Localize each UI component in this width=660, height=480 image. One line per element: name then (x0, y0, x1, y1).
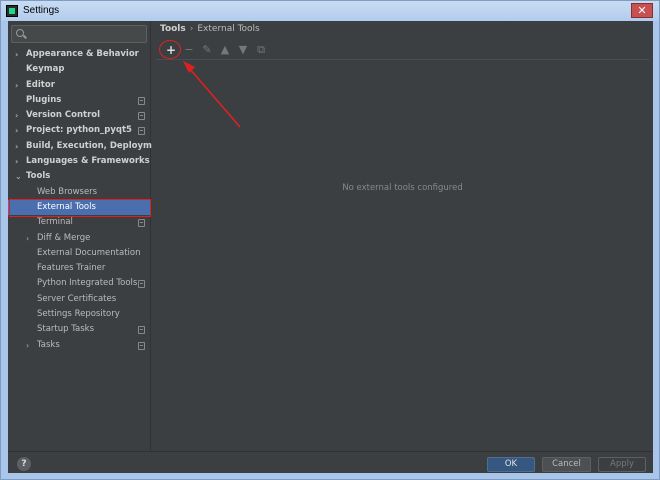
sidebar-item-label: Startup Tasks (37, 324, 95, 335)
chevron-right-icon[interactable]: › (15, 154, 18, 169)
sidebar-item-label: Plugins (26, 94, 62, 105)
project-settings-icon (138, 326, 145, 335)
sidebar-item-startup-tasks[interactable]: Startup Tasks (8, 322, 151, 337)
close-button[interactable]: ✕ (631, 3, 653, 18)
ok-button[interactable]: OK (487, 457, 535, 472)
sidebar-item-label: Editor (26, 79, 55, 90)
sidebar-item-label: Diff & Merge (37, 232, 91, 243)
sidebar-item-web-browsers[interactable]: Web Browsers (8, 185, 151, 200)
sidebar-item-version-control[interactable]: › Version Control (8, 108, 151, 123)
sidebar-item-features-trainer[interactable]: Features Trainer (8, 261, 151, 276)
settings-window: Settings ✕ › Appearance & Behavior Keymap ›… (0, 0, 660, 480)
dialog-body: › Appearance & Behavior Keymap › Editor Plugi… (8, 21, 653, 473)
sidebar-item-label: Build, Execution, Deployment (26, 140, 168, 151)
settings-sidebar: › Appearance & Behavior Keymap › Editor Plugi… (8, 21, 168, 451)
sidebar-item-label: Keymap (26, 64, 65, 75)
apply-button[interactable]: Apply (598, 457, 646, 472)
sidebar-item-diff-merge[interactable]: › Diff & Merge (8, 231, 151, 246)
project-settings-icon (138, 219, 145, 228)
sidebar-item-label: Tasks (37, 339, 60, 350)
chevron-right-icon[interactable]: › (15, 123, 18, 138)
sidebar-item-label: External Documentation (37, 247, 141, 258)
window-title: Settings (23, 5, 60, 16)
sidebar-item-languages-frameworks[interactable]: › Languages & Frameworks (8, 154, 151, 169)
sidebar-item-settings-repository[interactable]: Settings Repository (8, 307, 151, 322)
app-icon (6, 5, 18, 17)
sidebar-item-label: Languages & Frameworks (26, 156, 150, 167)
project-settings-icon (138, 112, 145, 121)
sidebar-item-appearance-behavior[interactable]: › Appearance & Behavior (8, 47, 151, 62)
sidebar-item-label: Project: python_pyqt5 (26, 125, 132, 136)
chevron-down-icon[interactable]: ⌄ (15, 169, 22, 184)
sidebar-item-editor[interactable]: › Editor (8, 78, 151, 93)
sidebar-item-label: Tools (26, 171, 51, 182)
arrow-head (183, 61, 195, 73)
selection-highlight-frame (9, 198, 151, 217)
chevron-right-icon[interactable]: › (15, 47, 18, 62)
sidebar-item-label: Python Integrated Tools (37, 278, 138, 289)
sidebar-item-tasks[interactable]: › Tasks (8, 338, 151, 353)
chevron-right-icon[interactable]: › (15, 78, 18, 93)
sidebar-item-label: Settings Repository (37, 309, 120, 320)
sidebar-item-tools[interactable]: ⌄ Tools (8, 169, 151, 184)
chevron-right-icon[interactable]: › (15, 139, 18, 154)
sidebar-item-external-tools[interactable]: External Tools (8, 198, 151, 217)
sidebar-item-external-documentation[interactable]: External Documentation (8, 246, 151, 261)
cancel-button[interactable]: Cancel (542, 457, 591, 472)
project-settings-icon (138, 127, 145, 136)
search-icon (16, 29, 24, 37)
main-panel: Tools › External Tools + − ✎ ▲ ▼ ⧉ No exte… (152, 21, 653, 451)
project-settings-icon (138, 96, 145, 105)
sidebar-item-label: Features Trainer (37, 263, 106, 274)
help-button[interactable]: ? (17, 457, 31, 471)
sidebar-item-plugins[interactable]: Plugins (8, 93, 151, 108)
sidebar-item-terminal[interactable]: Terminal (8, 215, 151, 230)
sidebar-item-label: Appearance & Behavior (26, 49, 139, 59)
title-bar: Settings ✕ (1, 1, 659, 21)
chevron-right-icon[interactable]: › (15, 108, 18, 123)
sidebar-item-label: Version Control (26, 110, 101, 121)
project-settings-icon (138, 341, 145, 350)
sidebar-item-label: Server Certificates (37, 293, 117, 304)
annotation-arrow (183, 61, 241, 128)
chevron-right-icon[interactable]: › (26, 231, 29, 246)
sidebar-item-python-integrated-tools[interactable]: Python Integrated Tools (8, 276, 151, 291)
settings-tree: › Appearance & Behavior Keymap › Editor Plugi… (8, 47, 168, 353)
project-settings-icon (138, 280, 145, 289)
search-input[interactable] (11, 25, 147, 43)
sidebar-item-label: Web Browsers (37, 186, 98, 197)
dialog-footer: ? OK Cancel Apply (8, 451, 653, 473)
sidebar-item-label: Terminal (37, 217, 73, 228)
arrow-shaft (188, 67, 241, 128)
sidebar-item-keymap[interactable]: Keymap (8, 62, 151, 77)
chevron-right-icon[interactable]: › (26, 338, 29, 353)
sidebar-item-project-python-pyqt5[interactable]: › Project: python_pyqt5 (8, 123, 151, 138)
sidebar-item-server-certificates[interactable]: Server Certificates (8, 292, 151, 307)
sidebar-item-build-execution-deployment[interactable]: › Build, Execution, Deployment (8, 139, 168, 154)
